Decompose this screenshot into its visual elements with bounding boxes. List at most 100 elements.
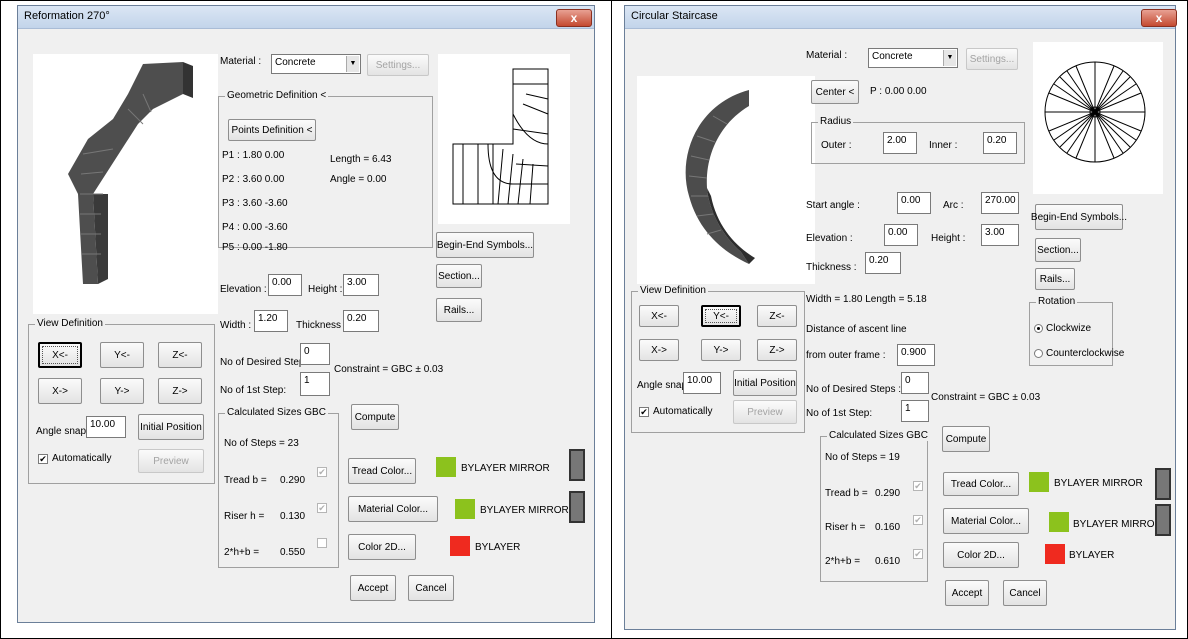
view-z-plus-button[interactable]: Z-> xyxy=(757,339,797,361)
riser-label: Riser h = xyxy=(825,522,866,533)
tread-value: 0.290 xyxy=(875,488,901,499)
formula-checkbox[interactable] xyxy=(317,538,327,548)
rails-button[interactable]: Rails... xyxy=(436,298,482,322)
circular-plan-image xyxy=(1044,61,1146,163)
automatically-checkbox[interactable]: ✔ xyxy=(38,454,48,464)
ascent-input[interactable]: 0.900 xyxy=(897,344,935,366)
view-z-minus-button[interactable]: Z<- xyxy=(757,305,797,327)
width-input[interactable]: 1.20 xyxy=(254,310,288,332)
material-color-swatch xyxy=(455,499,475,519)
dialog-title: Circular Staircase xyxy=(631,10,718,22)
angle-snap-label: Angle snap: xyxy=(36,426,89,437)
material-combo[interactable]: Concrete ▼ xyxy=(868,48,958,68)
section-button[interactable]: Section... xyxy=(436,264,482,288)
color-2d-swatch xyxy=(1045,544,1065,564)
material-color-value: BYLAYER MIRROR xyxy=(480,505,569,516)
tread-checkbox[interactable]: ✔ xyxy=(913,481,923,491)
view-y-plus-button[interactable]: Y-> xyxy=(100,378,144,404)
thickness-input[interactable]: 0.20 xyxy=(865,252,901,274)
desired-steps-input[interactable]: 0 xyxy=(901,372,929,394)
height-input[interactable]: 3.00 xyxy=(981,224,1019,246)
view-x-minus-button[interactable]: X<- xyxy=(639,305,679,327)
constraint-readout: Constraint = GBC ± 0.03 xyxy=(931,392,1041,403)
riser-label: Riser h = xyxy=(224,511,265,522)
point-p1: P1 : 1.80 0.00 xyxy=(222,150,285,161)
initial-position-button[interactable]: Initial Position xyxy=(733,370,797,396)
thickness-input[interactable]: 0.20 xyxy=(343,310,379,332)
begin-end-symbols-button[interactable]: Begin-End Symbols... xyxy=(436,232,534,258)
close-button[interactable]: x xyxy=(1141,9,1177,27)
riser-checkbox[interactable]: ✔ xyxy=(317,503,327,513)
preview-button[interactable]: Preview xyxy=(733,400,797,424)
section-button[interactable]: Section... xyxy=(1035,238,1081,262)
compute-button[interactable]: Compute xyxy=(351,404,399,430)
constraint-readout: Constraint = GBC ± 0.03 xyxy=(334,364,444,375)
tread-color-value: BYLAYER MIRROR xyxy=(1054,478,1143,489)
height-input[interactable]: 3.00 xyxy=(343,274,379,296)
automatically-checkbox[interactable]: ✔ xyxy=(639,407,649,417)
preview-button[interactable]: Preview xyxy=(138,449,204,473)
outer-input[interactable]: 2.00 xyxy=(883,132,917,154)
view-x-plus-button[interactable]: X-> xyxy=(38,378,82,404)
view-y-minus-button[interactable]: Y<- xyxy=(100,342,144,368)
side-panel-box-1 xyxy=(569,449,585,481)
chevron-down-icon[interactable]: ▼ xyxy=(346,56,359,72)
inner-label: Inner : xyxy=(929,140,958,151)
view-y-minus-button[interactable]: Y<- xyxy=(701,305,741,327)
first-step-input[interactable]: 1 xyxy=(901,400,929,422)
automatically-label: Automatically xyxy=(653,406,713,417)
riser-checkbox[interactable]: ✔ xyxy=(913,515,923,525)
preview-3d xyxy=(33,54,218,314)
color-2d-button[interactable]: Color 2D... xyxy=(348,534,416,560)
cancel-button[interactable]: Cancel xyxy=(1003,580,1047,606)
chevron-down-icon[interactable]: ▼ xyxy=(943,50,956,66)
thickness-label: Thickness : xyxy=(806,262,857,273)
material-combo[interactable]: Concrete ▼ xyxy=(271,54,361,74)
begin-end-symbols-button[interactable]: Begin-End Symbols... xyxy=(1031,204,1127,230)
inner-input[interactable]: 0.20 xyxy=(983,132,1017,154)
view-x-minus-button[interactable]: X<- xyxy=(38,342,82,368)
points-definition-button[interactable]: Points Definition < xyxy=(228,119,316,141)
compute-button[interactable]: Compute xyxy=(942,426,990,452)
color-2d-swatch xyxy=(450,536,470,556)
tread-color-button[interactable]: Tread Color... xyxy=(348,458,416,484)
arc-input[interactable]: 270.00 xyxy=(981,192,1019,214)
steps-readout: No of Steps = 23 xyxy=(224,438,299,449)
angle-snap-input[interactable]: 10.00 xyxy=(86,416,126,438)
elevation-input[interactable]: 0.00 xyxy=(884,224,918,246)
cancel-button[interactable]: Cancel xyxy=(408,575,454,601)
accept-button[interactable]: Accept xyxy=(350,575,396,601)
view-y-plus-button[interactable]: Y-> xyxy=(701,339,741,361)
formula-checkbox[interactable]: ✔ xyxy=(913,549,923,559)
accept-button[interactable]: Accept xyxy=(945,580,989,606)
initial-position-button[interactable]: Initial Position xyxy=(138,414,204,440)
settings-button[interactable]: Settings... xyxy=(367,54,429,76)
material-value: Concrete xyxy=(872,51,913,62)
rails-button[interactable]: Rails... xyxy=(1035,268,1075,290)
material-color-button[interactable]: Material Color... xyxy=(348,496,438,522)
first-step-label: No of 1st Step: xyxy=(806,408,873,419)
close-button[interactable]: x xyxy=(556,9,592,27)
elevation-input[interactable]: 0.00 xyxy=(268,274,302,296)
first-step-input[interactable]: 1 xyxy=(300,372,330,396)
view-x-plus-button[interactable]: X-> xyxy=(639,339,679,361)
view-z-minus-button[interactable]: Z<- xyxy=(158,342,202,368)
center-button[interactable]: Center < xyxy=(811,80,859,104)
radius-title: Radius xyxy=(818,116,854,127)
material-color-button[interactable]: Material Color... xyxy=(943,508,1029,534)
color-2d-button[interactable]: Color 2D... xyxy=(943,542,1019,568)
desired-steps-input[interactable]: 0 xyxy=(300,343,330,365)
height-label: Height : xyxy=(931,233,966,244)
tread-color-button[interactable]: Tread Color... xyxy=(943,472,1019,496)
tread-color-value: BYLAYER MIRROR xyxy=(461,463,550,474)
clockwise-radio[interactable] xyxy=(1034,324,1043,333)
view-z-plus-button[interactable]: Z-> xyxy=(158,378,202,404)
counterclockwise-radio[interactable] xyxy=(1034,349,1043,358)
angle-snap-input[interactable]: 10.00 xyxy=(683,372,721,394)
start-angle-input[interactable]: 0.00 xyxy=(897,192,931,214)
settings-button[interactable]: Settings... xyxy=(966,48,1018,70)
tread-checkbox[interactable]: ✔ xyxy=(317,467,327,477)
material-value: Concrete xyxy=(275,57,316,68)
material-label: Material : xyxy=(220,56,262,67)
thickness-label: Thickness : xyxy=(296,320,347,331)
